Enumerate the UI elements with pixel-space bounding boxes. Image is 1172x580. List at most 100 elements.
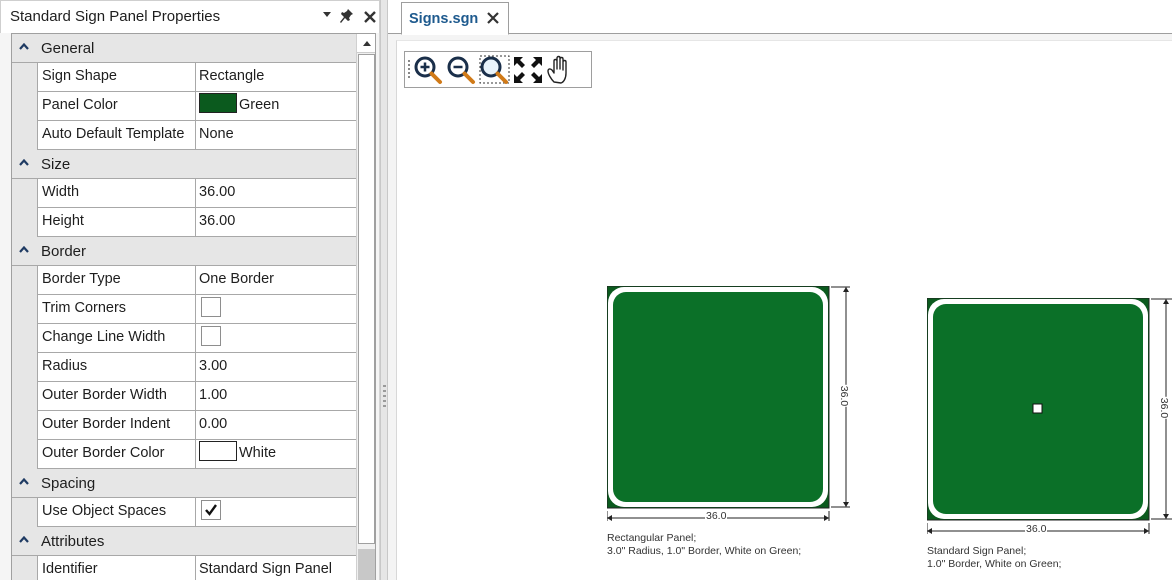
- scroll-up-button[interactable]: [357, 34, 375, 53]
- category-label: Attributes: [41, 533, 105, 550]
- chevron-down-icon: [323, 12, 331, 17]
- pin-button[interactable]: [339, 8, 355, 26]
- tab-close-button[interactable]: [487, 7, 499, 29]
- sign-2-selection-handle: [1032, 403, 1043, 414]
- property-grid: General Sign Shape Rectangle Panel Color Gre…: [11, 33, 376, 580]
- property-value[interactable]: [196, 324, 356, 353]
- color-swatch[interactable]: [199, 93, 237, 114]
- property-row-auto-default-template[interactable]: Auto Default Template None: [12, 121, 356, 150]
- close-icon: [364, 11, 376, 23]
- properties-panel: Standard Sign Panel Properties General Si…: [0, 0, 380, 580]
- property-row-trim-corners[interactable]: Trim Corners: [12, 295, 356, 324]
- pan-button[interactable]: [545, 55, 577, 85]
- category-attributes[interactable]: Attributes: [12, 527, 356, 556]
- sign-1-width-label: 36.0: [705, 510, 728, 522]
- panel-splitter[interactable]: [380, 0, 388, 580]
- view-toolbar: [404, 51, 592, 88]
- property-value[interactable]: [196, 498, 356, 527]
- property-value[interactable]: None: [196, 121, 356, 150]
- property-name: Auto Default Template: [37, 121, 196, 150]
- checkbox[interactable]: [201, 297, 221, 317]
- checkbox[interactable]: [201, 326, 221, 346]
- toolbar-grip[interactable]: [408, 60, 410, 78]
- document-area: Signs.sgn 36.0 36.0 Rectangular Panel; 3…: [388, 0, 1172, 580]
- property-name: Outer Border Indent: [37, 411, 196, 440]
- property-value[interactable]: [196, 295, 356, 324]
- sign-1-caption-line-2: 3.0" Radius, 1.0" Border, White on Green…: [607, 545, 802, 557]
- property-row-use-object-spaces[interactable]: Use Object Spaces: [12, 498, 356, 527]
- property-value[interactable]: 3.00: [196, 353, 356, 382]
- color-name: White: [239, 445, 277, 461]
- property-row-panel-color[interactable]: Panel Color Green: [12, 92, 356, 121]
- property-grid-rows: General Sign Shape Rectangle Panel Color Gre…: [12, 34, 356, 580]
- scroll-thumb[interactable]: [358, 549, 375, 580]
- property-name: Radius: [37, 353, 196, 382]
- zoom-in-button[interactable]: [413, 55, 445, 85]
- property-value[interactable]: White: [196, 440, 356, 469]
- property-row-outer-border-width[interactable]: Outer Border Width 1.00: [12, 382, 356, 411]
- drawing-canvas[interactable]: 36.0 36.0 Rectangular Panel; 3.0" Radius…: [396, 40, 1172, 580]
- property-value[interactable]: 36.00: [196, 179, 356, 208]
- property-value[interactable]: 1.00: [196, 382, 356, 411]
- sign-2-graphic: [927, 298, 1172, 534]
- property-value[interactable]: One Border: [196, 266, 356, 295]
- splitter-grip[interactable]: [383, 385, 386, 409]
- category-spacing[interactable]: Spacing: [12, 469, 356, 498]
- checkbox[interactable]: [201, 500, 221, 520]
- property-value[interactable]: Rectangle: [196, 63, 356, 92]
- sign-2-caption-line-1: Standard Sign Panel;: [927, 545, 1027, 557]
- property-row-change-line-width[interactable]: Change Line Width: [12, 324, 356, 353]
- category-general[interactable]: General: [12, 34, 356, 63]
- collapse-chevron-icon[interactable]: [18, 42, 30, 54]
- property-name: Panel Color: [37, 92, 196, 121]
- sign-2-caption-line-2: 1.0" Border, White on Green;: [927, 558, 1062, 570]
- property-row-sign-shape[interactable]: Sign Shape Rectangle: [12, 63, 356, 92]
- collapse-chevron-icon[interactable]: [18, 477, 30, 489]
- property-row-height[interactable]: Height 36.00: [12, 208, 356, 237]
- property-row-width[interactable]: Width 36.00: [12, 179, 356, 208]
- property-name: Use Object Spaces: [37, 498, 196, 527]
- color-swatch[interactable]: [199, 441, 237, 462]
- property-value[interactable]: Standard Sign Panel: [196, 556, 356, 580]
- hand-icon: [547, 55, 567, 84]
- category-size[interactable]: Size: [12, 150, 356, 179]
- sign-1-caption-line-1: Rectangular Panel;: [607, 532, 697, 544]
- zoom-in-icon: [414, 56, 442, 84]
- sign-1-caption: Rectangular Panel; 3.0" Radius, 1.0" Bor…: [607, 532, 801, 558]
- scroll-track[interactable]: [358, 54, 375, 544]
- sign-2-width-label: 36.0: [1025, 523, 1048, 535]
- property-value[interactable]: Green: [196, 92, 356, 121]
- sign-2-caption: Standard Sign Panel; 1.0" Border, White …: [927, 545, 1061, 571]
- category-label: Border: [41, 243, 87, 260]
- property-grid-scrollbar[interactable]: [356, 34, 375, 580]
- sign-1-inner-panel: [613, 292, 823, 502]
- collapse-chevron-icon[interactable]: [18, 158, 30, 170]
- tab-signs-sgn[interactable]: Signs.sgn: [401, 2, 509, 35]
- panel-dropdown-button[interactable]: [319, 11, 335, 29]
- collapse-chevron-icon[interactable]: [18, 245, 30, 257]
- sign-rectangular-panel[interactable]: 36.0 36.0 Rectangular Panel; 3.0" Radius…: [607, 286, 867, 576]
- property-value[interactable]: 36.00: [196, 208, 356, 237]
- property-row-outer-border-color[interactable]: Outer Border Color White: [12, 440, 356, 469]
- sign-1-height-label: 36.0: [838, 384, 851, 408]
- collapse-chevron-icon[interactable]: [18, 535, 30, 547]
- sign-2-height-label: 36.0: [1158, 396, 1171, 420]
- property-row-radius[interactable]: Radius 3.00: [12, 353, 356, 382]
- panel-close-button[interactable]: [362, 8, 378, 26]
- property-value[interactable]: 0.00: [196, 411, 356, 440]
- properties-titlebar: Standard Sign Panel Properties: [0, 0, 380, 33]
- pin-icon: [340, 9, 353, 23]
- zoom-window-button[interactable]: [479, 55, 511, 85]
- property-row-outer-border-indent[interactable]: Outer Border Indent 0.00: [12, 411, 356, 440]
- category-label: Size: [41, 156, 71, 173]
- property-row-identifier[interactable]: Identifier Standard Sign Panel: [12, 556, 356, 580]
- zoom-out-button[interactable]: [446, 55, 478, 85]
- sign-standard-panel[interactable]: 36.0 36.0 Standard Sign Panel; 1.0" Bord…: [927, 298, 1172, 580]
- property-name: Change Line Width: [37, 324, 196, 353]
- property-row-border-type[interactable]: Border Type One Border: [12, 266, 356, 295]
- color-name: Green: [239, 97, 280, 113]
- category-label: General: [41, 40, 95, 57]
- property-name: Outer Border Width: [37, 382, 196, 411]
- zoom-extents-button[interactable]: [512, 55, 544, 85]
- category-border[interactable]: Border: [12, 237, 356, 266]
